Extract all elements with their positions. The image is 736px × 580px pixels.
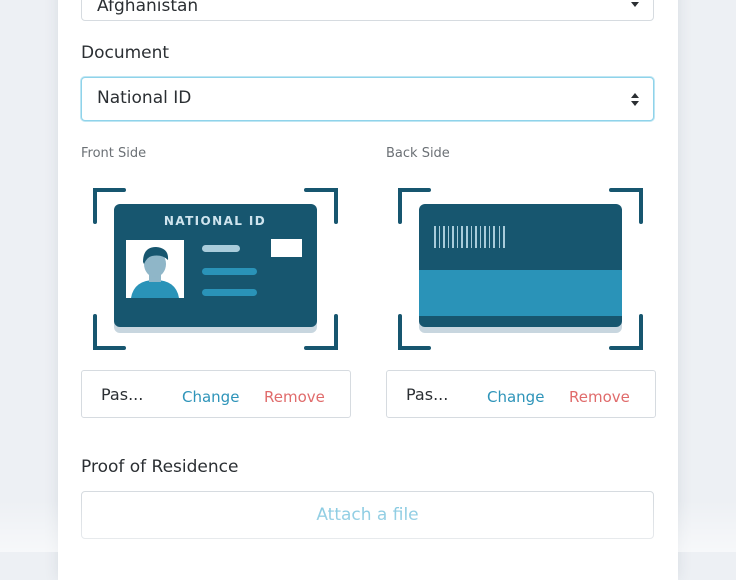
- proof-of-residence-label: Proof of Residence: [81, 457, 239, 477]
- country-select[interactable]: Afghanistan: [81, 0, 654, 21]
- front-id-illustration: NATIONAL ID: [93, 188, 338, 350]
- back-id-illustration: [398, 188, 643, 350]
- card-chip: [271, 239, 302, 257]
- front-file-row: Pas... Change Remove: [81, 370, 351, 418]
- card-title-text: NATIONAL ID: [164, 214, 266, 228]
- document-select-value: National ID: [97, 88, 192, 108]
- front-side-label: Front Side: [81, 146, 147, 161]
- front-id-scan-area[interactable]: NATIONAL ID: [90, 184, 340, 354]
- front-change-button[interactable]: Change: [182, 388, 239, 406]
- front-file-name: Pas...: [101, 385, 144, 404]
- back-change-button[interactable]: Change: [487, 388, 544, 406]
- back-id-scan-area[interactable]: [395, 184, 645, 354]
- attach-file-button[interactable]: Attach a file: [81, 491, 654, 539]
- select-arrows-icon: [631, 93, 639, 107]
- front-remove-button[interactable]: Remove: [264, 388, 325, 406]
- info-line: [202, 245, 240, 252]
- magnetic-stripe: [419, 270, 622, 316]
- back-side-label: Back Side: [386, 146, 450, 161]
- back-file-row: Pas... Change Remove: [386, 370, 656, 418]
- document-select[interactable]: National ID: [81, 77, 654, 121]
- country-select-value: Afghanistan: [97, 0, 199, 16]
- chevron-down-icon: [631, 2, 639, 7]
- back-remove-button[interactable]: Remove: [569, 388, 630, 406]
- info-line: [202, 289, 257, 296]
- document-label: Document: [81, 43, 170, 63]
- back-file-name: Pas...: [406, 385, 449, 404]
- info-line: [202, 268, 257, 275]
